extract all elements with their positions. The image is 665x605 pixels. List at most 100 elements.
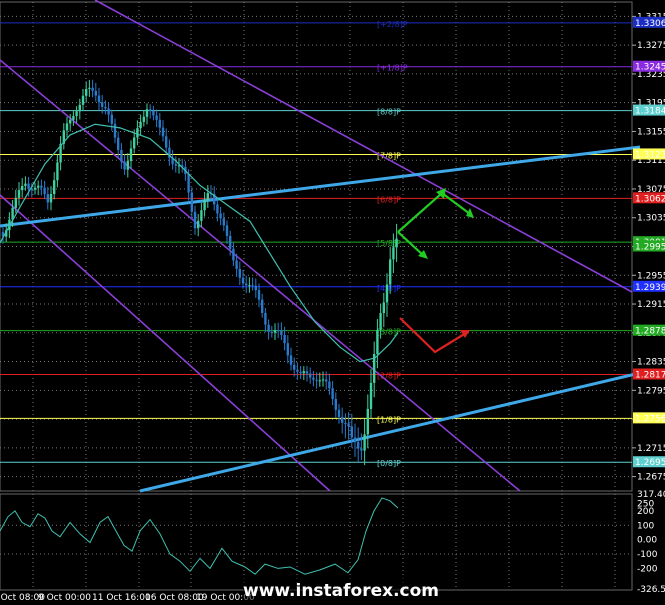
candle-body: [206, 193, 209, 200]
murray-level-label: [+2/8]P: [377, 20, 408, 29]
price-tag-label: 1.3245: [635, 63, 665, 73]
candle-body: [193, 211, 197, 229]
candle-body: [353, 437, 357, 443]
price-tick-label: 1.2955: [637, 271, 665, 281]
candlesticks: [1, 79, 398, 466]
indicator-frame: [0, 493, 633, 591]
candle-body: [251, 285, 254, 287]
candle-body: [395, 238, 398, 248]
price-tick-label: 1.3155: [637, 127, 665, 137]
candle-body: [145, 109, 149, 117]
candle-body: [350, 426, 353, 438]
candle-body: [117, 137, 120, 150]
candle-body: [261, 299, 264, 313]
candle-body: [325, 379, 328, 382]
price-tick-label: 1.2715: [637, 444, 665, 454]
candle-body: [142, 116, 145, 122]
candle-body: [270, 331, 273, 333]
price-tick-label: 1.2675: [637, 473, 665, 483]
murray-level-label: [4/8]P: [377, 284, 401, 293]
candle-body: [78, 104, 81, 112]
candle-body: [248, 285, 251, 287]
candle-body: [197, 220, 200, 229]
cci-line: [0, 497, 399, 575]
candle-body: [91, 87, 94, 91]
price-tick-label: 1.2915: [637, 300, 665, 310]
candle-body: [363, 434, 366, 451]
candle-body: [389, 259, 392, 285]
price-tick-label: 1.3275: [637, 41, 665, 51]
candle-body: [46, 194, 49, 203]
candle-body: [289, 355, 293, 365]
murray-level-label: [8/8]P: [377, 108, 401, 117]
price-tick-label: 1.2795: [637, 386, 665, 396]
candle-body: [40, 185, 43, 188]
candle-body: [232, 248, 235, 261]
candle-body: [17, 190, 21, 198]
candle-body: [149, 109, 152, 111]
candle-body: [33, 187, 37, 190]
candle-body: [219, 213, 222, 219]
candle-body: [357, 442, 360, 449]
candle-body: [101, 102, 104, 107]
current-price-label: 1.2995: [635, 243, 665, 253]
trendline-lower: [139, 371, 641, 493]
candle-body: [97, 95, 101, 103]
cci-tick-label: 0.00: [637, 536, 657, 546]
price-tick-label: 1.3035: [637, 214, 665, 224]
candle-body: [369, 382, 373, 409]
price-tag-label: 1.2878: [635, 327, 665, 337]
candle-body: [53, 180, 56, 195]
candle-body: [296, 369, 299, 372]
candle-body: [161, 127, 165, 137]
candle-body: [286, 343, 289, 356]
candle-body: [299, 371, 302, 374]
candle-body: [277, 330, 280, 332]
candle-body: [14, 197, 17, 208]
candle-body: [133, 137, 136, 149]
candle-body: [229, 235, 232, 249]
candle-body: [366, 408, 369, 435]
candle-body: [165, 136, 168, 148]
candle-body: [200, 210, 203, 221]
candle-body: [267, 324, 270, 332]
candle-body: [241, 277, 245, 284]
chart-grid: [0, 1, 633, 591]
candle-body: [379, 313, 382, 330]
candle-body: [126, 161, 129, 170]
cci-tick-label: -200: [637, 564, 658, 574]
candle-body: [225, 225, 229, 236]
candle-body: [72, 116, 75, 120]
cci-tick-label: 200: [637, 507, 654, 517]
candle-body: [107, 108, 110, 115]
murray-level-label: [6/8]P: [377, 195, 401, 204]
candle-body: [312, 377, 315, 380]
candle-body: [190, 192, 193, 212]
candle-body: [85, 88, 88, 96]
murray-levels: [+2/8]P[+1/8]P[8/8]P[7/8]P[6/8]P[5/8]P[4…: [0, 20, 632, 468]
murray-level-label: [1/8]P: [377, 415, 401, 424]
cci-bottom-label: -326.5432: [637, 585, 665, 595]
candle-body: [254, 285, 257, 291]
candle-body: [155, 115, 158, 120]
price-chart: [+2/8]P[+1/8]P[8/8]P[7/8]P[6/8]P[5/8]P[4…: [0, 0, 665, 603]
candle-body: [280, 330, 283, 335]
candle-body: [273, 330, 277, 333]
cci-tick-label: 317.4017: [637, 490, 665, 500]
candle-body: [139, 121, 142, 129]
arrow-down-green: [397, 231, 425, 257]
candle-body: [235, 260, 238, 269]
candle-body: [110, 114, 113, 124]
candle-body: [123, 161, 126, 170]
price-tag-label: 1.2756: [635, 414, 665, 424]
candle-body: [37, 185, 40, 188]
channel-line-mid: [0, 59, 521, 492]
price-tag-label: 1.2939: [635, 283, 665, 293]
candle-body: [49, 194, 53, 203]
candle-body: [27, 183, 30, 189]
candle-body: [257, 290, 261, 300]
candle-body: [328, 381, 331, 389]
time-axis: 5 Oct 08:009 Oct 00:0011 Oct 16:0016 Oct…: [0, 593, 255, 603]
candle-body: [152, 110, 155, 116]
candle-body: [69, 119, 72, 124]
